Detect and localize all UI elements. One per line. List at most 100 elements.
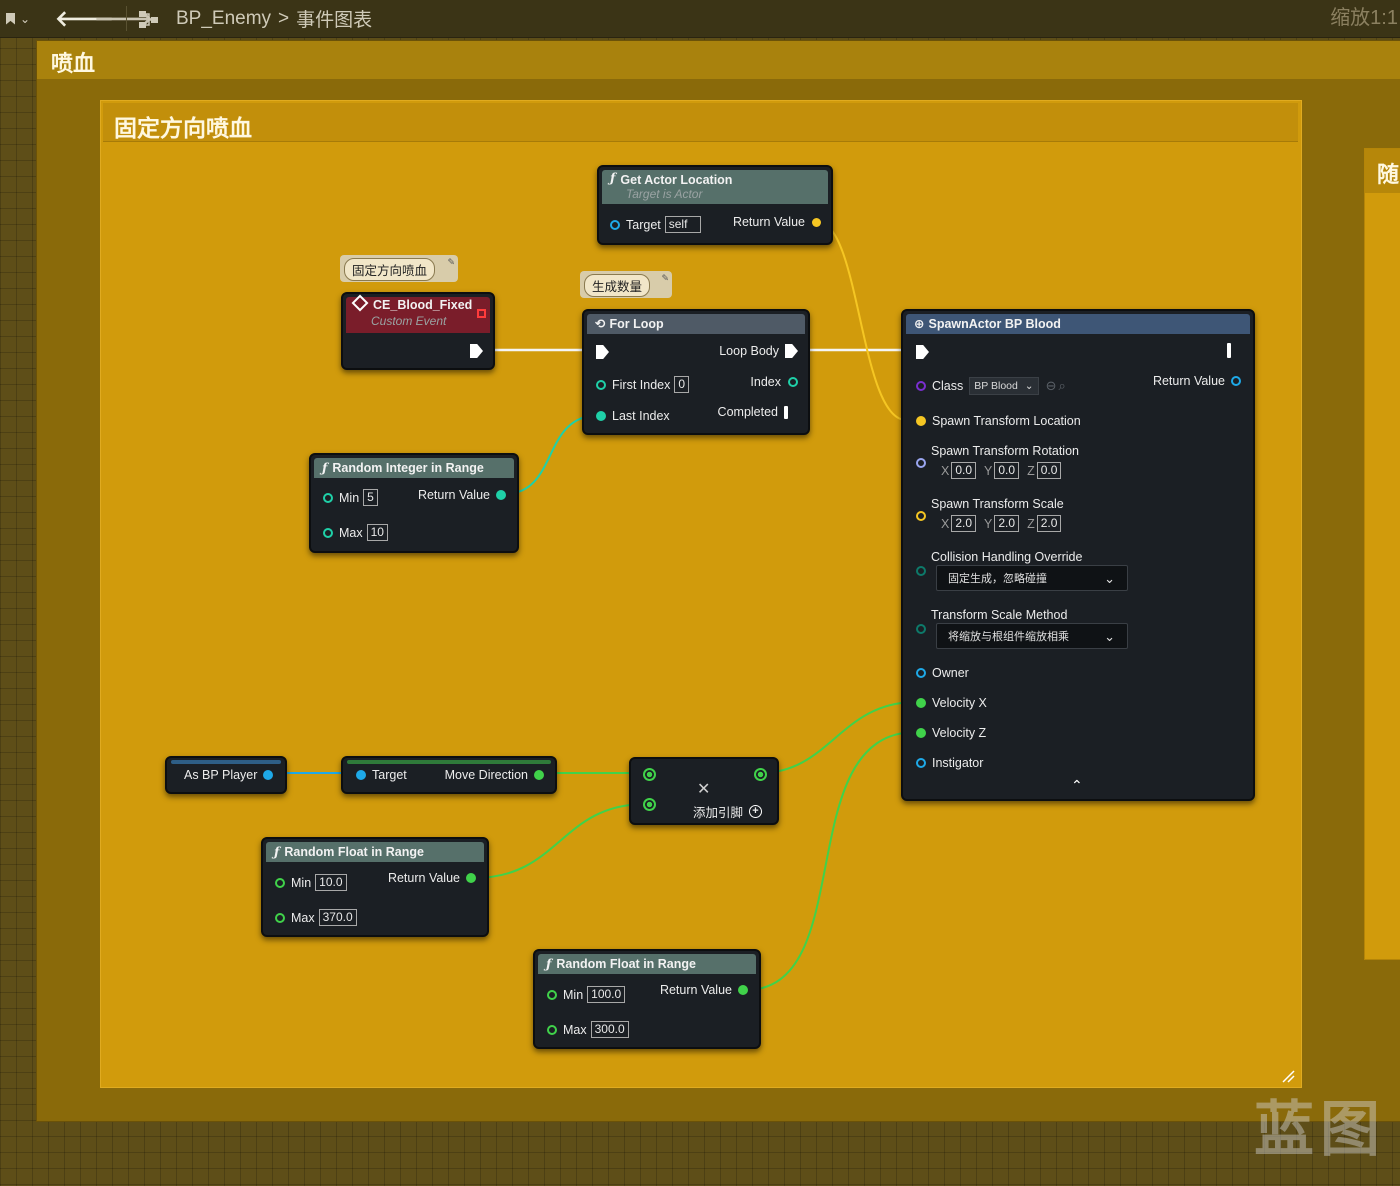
node-title: SpawnActor BP Blood — [928, 317, 1061, 331]
pin-first-index[interactable]: First Index 0 — [596, 376, 690, 393]
scale-method-dropdown[interactable]: 将缩放与根组件缩放相乘 ⌄ — [936, 623, 1128, 649]
node-title: Random Float in Range — [284, 845, 424, 859]
browse-back-icon[interactable]: ⊖ — [1046, 378, 1057, 394]
search-icon[interactable]: ⌕ — [1059, 378, 1066, 394]
pin-last-index[interactable]: Last Index — [596, 409, 670, 423]
top-toolbar: ⌄ 🡐 🡒 BP_Enemy > 事件图表 缩放1:1 — [0, 0, 1400, 38]
pin-spawn-location[interactable]: Spawn Transform Location — [916, 414, 1081, 428]
pin-completed[interactable]: Completed — [718, 405, 788, 419]
pin-return-value[interactable]: Return Value — [660, 983, 748, 997]
node-header: ⟲ For Loop — [587, 314, 805, 334]
enum-pin-icon[interactable] — [916, 624, 926, 634]
pin-comment-icon[interactable]: ✎ — [447, 257, 455, 268]
pin-owner[interactable]: Owner — [916, 666, 969, 680]
graph-icon-wrap — [138, 0, 160, 37]
max-value-field[interactable]: 10 — [366, 524, 388, 541]
float-in-pin-icon-2[interactable] — [643, 798, 656, 811]
object-pin-icon — [356, 770, 366, 780]
pin-target[interactable]: Target — [356, 768, 407, 782]
object-pin-icon — [1231, 376, 1241, 386]
node-get-actor-location[interactable]: ƒ Get Actor Location Target is Actor Targ… — [597, 165, 833, 245]
pin-instigator[interactable]: Instigator — [916, 756, 983, 770]
node-as-bp-player[interactable]: As BP Player — [165, 756, 287, 794]
exec-out-pin-icon[interactable] — [470, 344, 483, 358]
breadcrumb-graph[interactable]: 事件图表 — [296, 5, 372, 32]
pin-return-value[interactable]: Return Value — [1153, 374, 1241, 388]
add-pin-button[interactable]: 添加引脚 + — [693, 802, 763, 821]
vector-pin-icon[interactable] — [916, 511, 926, 521]
exec-in-pin-icon[interactable] — [916, 345, 929, 359]
pin-max[interactable]: Max 300.0 — [547, 1021, 629, 1038]
min-value-field[interactable]: 5 — [363, 489, 378, 506]
exec-in-pin-icon[interactable] — [596, 345, 609, 359]
pin-return-value[interactable]: Return Value — [733, 215, 821, 229]
target-value-field[interactable]: self — [664, 216, 701, 233]
pin-min[interactable]: Min 5 — [323, 489, 378, 506]
node-for-loop[interactable]: ⟲ For Loop Loop Body First Index 0 Index … — [582, 309, 810, 435]
breadcrumb-blueprint[interactable]: BP_Enemy — [176, 8, 271, 30]
enum-pin-icon[interactable] — [916, 566, 926, 576]
pin-loop-body[interactable]: Loop Body — [719, 344, 798, 358]
class-dropdown[interactable]: BP Blood ⌄ — [969, 377, 1039, 395]
node-spawn-actor[interactable]: ⊕ SpawnActor BP Blood Class BP Blood ⌄ ⊖ … — [901, 309, 1255, 801]
node-title: For Loop — [609, 317, 664, 331]
pin-max[interactable]: Max 370.0 — [275, 909, 357, 926]
pin-collision-label: Collision Handling Override — [931, 550, 1083, 564]
pin-move-direction[interactable]: Move Direction — [445, 768, 544, 782]
event-comment-bubble[interactable]: 固定方向喷血 — [344, 258, 436, 281]
breadcrumb: BP_Enemy > 事件图表 — [176, 0, 372, 37]
pin-return-value[interactable]: Return Value — [388, 871, 476, 885]
node-subtitle: Custom Event — [371, 314, 447, 328]
rotation-y-field[interactable]: 0.0 — [994, 462, 1020, 479]
function-icon: ƒ — [274, 844, 280, 859]
min-value-field[interactable]: 100.0 — [587, 986, 626, 1003]
bookmark-menu-button[interactable]: ⌄ — [6, 0, 30, 37]
pin-min[interactable]: Min 10.0 — [275, 874, 347, 891]
rotator-pin-icon[interactable] — [916, 458, 926, 468]
scale-y-field[interactable]: 2.0 — [994, 515, 1020, 532]
collapse-chevron-icon[interactable]: ⌃ — [1071, 777, 1083, 794]
node-make-array[interactable]: ✕ 添加引脚 + — [629, 757, 779, 825]
pin-class[interactable]: Class BP Blood ⌄ ⊖ ⌕ — [916, 377, 1066, 395]
object-pin-icon — [610, 219, 620, 230]
delegate-pin-icon[interactable] — [477, 309, 486, 318]
loop-comment-bubble[interactable]: 生成数量 — [584, 274, 651, 297]
pin-min[interactable]: Min 100.0 — [547, 986, 626, 1003]
pin-return-value[interactable]: Return Value — [418, 488, 506, 502]
min-value-field[interactable]: 10.0 — [315, 874, 347, 891]
node-title: Random Float in Range — [556, 957, 696, 971]
float-pin-icon — [275, 877, 285, 888]
first-index-field[interactable]: 0 — [674, 376, 690, 393]
float-pin-icon — [738, 985, 748, 995]
scale-x-field[interactable]: 2.0 — [951, 515, 977, 532]
watermark: 蓝图 — [1254, 1096, 1386, 1163]
scale-z-field[interactable]: 2.0 — [1036, 515, 1062, 532]
pin-as-bp-player[interactable]: As BP Player — [184, 768, 274, 782]
rotation-x-field[interactable]: 0.0 — [951, 462, 977, 479]
node-custom-event[interactable]: CE_Blood_Fixed Custom Event — [341, 292, 495, 370]
object-pin-icon — [263, 770, 274, 780]
float-out-pin-icon[interactable] — [754, 768, 767, 781]
pin-target[interactable]: Target self — [610, 216, 701, 233]
node-move-direction[interactable]: Target Move Direction — [341, 756, 557, 794]
node-random-integer[interactable]: ƒ Random Integer in Range Min 5 Return Va… — [309, 453, 519, 553]
pin-velocity-x[interactable]: Velocity X — [916, 696, 987, 710]
node-random-float-2[interactable]: ƒ Random Float in Range Min 100.0 Return … — [533, 949, 761, 1049]
pin-velocity-z[interactable]: Velocity Z — [916, 726, 986, 740]
float-in-pin-icon-1[interactable] — [643, 768, 656, 781]
max-value-field[interactable]: 370.0 — [318, 909, 357, 926]
float-pin-icon — [275, 912, 285, 923]
pin-comment-icon[interactable]: ✎ — [661, 273, 669, 284]
rotation-z-field[interactable]: 0.0 — [1036, 462, 1062, 479]
collision-dropdown[interactable]: 固定生成，忽略碰撞 ⌄ — [936, 565, 1128, 591]
pin-max[interactable]: Max 10 — [323, 524, 388, 541]
float-pin-icon — [547, 989, 557, 1000]
node-header: ƒ Random Float in Range — [266, 842, 484, 862]
node-random-float-1[interactable]: ƒ Random Float in Range Min 10.0 Return V… — [261, 837, 489, 937]
loop-comment-bubble-frame: 生成数量 ✎ — [580, 271, 672, 298]
close-icon[interactable]: ✕ — [697, 779, 710, 799]
max-value-field[interactable]: 300.0 — [590, 1021, 629, 1038]
float-pin-icon — [916, 728, 926, 738]
pin-index[interactable]: Index — [750, 375, 798, 389]
exec-out-pin-icon[interactable] — [1227, 343, 1231, 358]
